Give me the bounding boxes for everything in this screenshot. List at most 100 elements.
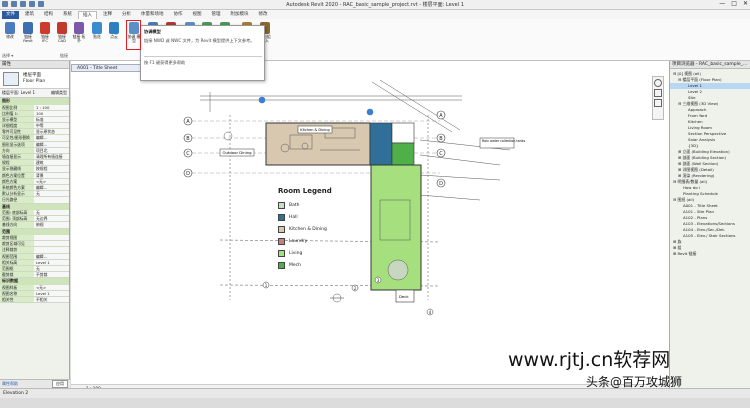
link-cad-button[interactable]: 链接 CAD — [55, 22, 69, 43]
ribbon-panel-label: 链接 — [60, 53, 68, 58]
property-key: 颜色方案位置 — [0, 172, 34, 178]
property-key: 视图比例 — [0, 104, 34, 110]
ribbon-panel-label[interactable]: 选择 ▾ — [2, 53, 13, 59]
edit-type-button[interactable]: 编辑类型 — [51, 90, 67, 96]
property-key: 显示隐藏线 — [0, 166, 34, 172]
legend-swatch — [278, 261, 285, 269]
property-value[interactable]: 编辑... — [34, 135, 69, 141]
property-value[interactable]: 清理所有墙连接 — [34, 154, 69, 160]
link-topo-button[interactable]: 链接 拓扑 — [72, 22, 86, 43]
project-browser-title: 项目浏览器 - RAC_basic_sample_... — [670, 61, 750, 69]
property-value[interactable]: Level 1 — [34, 291, 69, 297]
tab-6[interactable]: 分析 — [118, 11, 135, 19]
maximize-button[interactable]: □ — [731, 0, 737, 7]
tab-8[interactable]: 协作 — [170, 11, 187, 19]
property-key: 可见性/图形替换 — [0, 135, 34, 141]
legend-label: Hall — [289, 214, 298, 220]
link-revit-button[interactable]: 链接 Revit — [21, 22, 35, 43]
link-ifc-icon — [40, 22, 50, 34]
property-value[interactable]: 背景 — [34, 172, 69, 178]
property-value[interactable]: 中等 — [34, 123, 69, 129]
property-value[interactable]: 100 — [34, 110, 69, 116]
tab-5[interactable]: 注释 — [99, 11, 116, 19]
property-key: 相关标高 — [0, 259, 34, 265]
view-tab[interactable]: A001 - Title Sheet — [71, 64, 146, 72]
tab-10[interactable]: 管理 — [208, 11, 225, 19]
property-value[interactable]: 无 — [34, 266, 69, 272]
steering-wheel-icon[interactable] — [654, 79, 662, 87]
ribbon: 修改链接 Revit链接 IFC链接 CAD链接 拓扑贴花点云协调 模型管理 链… — [0, 19, 750, 61]
property-key: 默认分析显示 — [0, 191, 34, 197]
watermark-sub: 头条@百万攻城狮 — [586, 375, 683, 389]
property-value[interactable]: 1 : 100 — [34, 104, 69, 110]
property-key: 裁剪区域可见 — [0, 241, 34, 247]
tab-9[interactable]: 视图 — [189, 11, 206, 19]
cursor-button[interactable]: 修改 — [3, 22, 17, 39]
grid-bubble-left: A — [186, 119, 190, 125]
property-value[interactable]: 标准 — [34, 116, 69, 123]
property-value[interactable]: 俯视 — [34, 222, 69, 228]
decal-button[interactable]: 贴花 — [90, 22, 104, 39]
tab-1[interactable]: 建筑 — [21, 11, 38, 19]
grid-bubble-right: D — [439, 181, 443, 187]
navigation-bar[interactable] — [652, 76, 664, 120]
property-value[interactable]: Level 1 — [34, 259, 69, 265]
apply-button[interactable]: 应用 — [52, 380, 68, 388]
status-view: Elevation 2 — [3, 391, 29, 396]
property-value[interactable]: 显示原状态 — [34, 129, 69, 135]
point-cloud-button[interactable]: 点云 — [107, 22, 121, 39]
legend-swatch — [278, 213, 285, 221]
tab-4[interactable]: 插入 — [78, 10, 97, 19]
legend-item: Mech — [278, 261, 301, 269]
property-value[interactable]: 无 — [34, 210, 69, 216]
instance-selector[interactable]: 楼层平面: Level 1 — [2, 90, 35, 96]
tab-2[interactable]: 结构 — [40, 11, 57, 19]
property-value[interactable]: 建筑 — [34, 160, 69, 166]
property-value[interactable]: 无 — [34, 191, 69, 197]
legend-label: Mech — [289, 262, 301, 268]
pan-icon[interactable] — [654, 99, 662, 107]
watermark: www.rjtj.cn软荐网 — [508, 349, 671, 371]
property-value[interactable] — [34, 247, 69, 253]
coordination-model-tooltip: 协调模型 链接 NWD 或 NWC 文件，为 Revit 模型提供上下文参考。 … — [140, 25, 265, 81]
link-ifc-button[interactable]: 链接 IFC — [38, 22, 52, 43]
property-key: 墙连接显示 — [0, 154, 34, 160]
tab-0[interactable]: 文件 — [2, 10, 19, 19]
link-topo-icon — [74, 22, 84, 34]
tab-7[interactable]: 体量和场地 — [137, 11, 168, 19]
property-value[interactable] — [34, 197, 69, 203]
properties-help-link[interactable]: 属性帮助 — [2, 381, 18, 387]
tab-3[interactable]: 系统 — [59, 11, 76, 19]
floor-plan-drawing[interactable]: A B C D A B C D Outdoor Dining Kitchen &… — [71, 61, 669, 384]
tab-12[interactable]: 修改 — [255, 11, 272, 19]
property-value[interactable]: 不相关 — [34, 297, 69, 303]
property-value[interactable]: 不剪裁 — [34, 272, 69, 278]
property-key: 零件可见性 — [0, 129, 34, 135]
kitchen-dining-label: Kitchen & Dining — [300, 128, 329, 132]
grid-bubble-bottom: 3 — [377, 278, 380, 283]
property-value[interactable]: 项目北 — [34, 147, 69, 153]
property-value[interactable]: 按规程 — [34, 166, 69, 172]
browser-item[interactable]: ⊞ Revit 链接 — [670, 251, 750, 257]
grid-bubble-left: C — [186, 151, 190, 157]
legend-label: Laundry — [289, 238, 308, 244]
zoom-icon[interactable] — [654, 89, 662, 97]
property-value[interactable]: 编辑... — [34, 141, 69, 147]
property-value[interactable]: <无> — [34, 178, 69, 184]
property-value[interactable] — [34, 235, 69, 241]
minimize-button[interactable]: — — [719, 0, 725, 7]
property-value[interactable]: 编辑... — [34, 253, 69, 259]
property-value[interactable]: 无边界 — [34, 216, 69, 222]
property-key: 注释裁剪 — [0, 247, 34, 253]
type-sub: Floor Plan — [23, 78, 46, 84]
drawing-canvas[interactable]: A B C D A B C D Outdoor Dining Kitchen &… — [71, 61, 669, 384]
property-key: 颜色方案 — [0, 178, 34, 184]
property-value[interactable]: 编辑... — [34, 184, 69, 191]
tooltip-heading: 协调模型 — [144, 29, 161, 34]
property-value[interactable] — [34, 241, 69, 247]
property-value[interactable]: <无> — [34, 284, 69, 291]
close-button[interactable]: ✕ — [743, 0, 748, 7]
property-key: 方向 — [0, 147, 34, 153]
legend-label: Living — [289, 250, 303, 256]
tab-11[interactable]: 附加模块 — [227, 11, 253, 19]
